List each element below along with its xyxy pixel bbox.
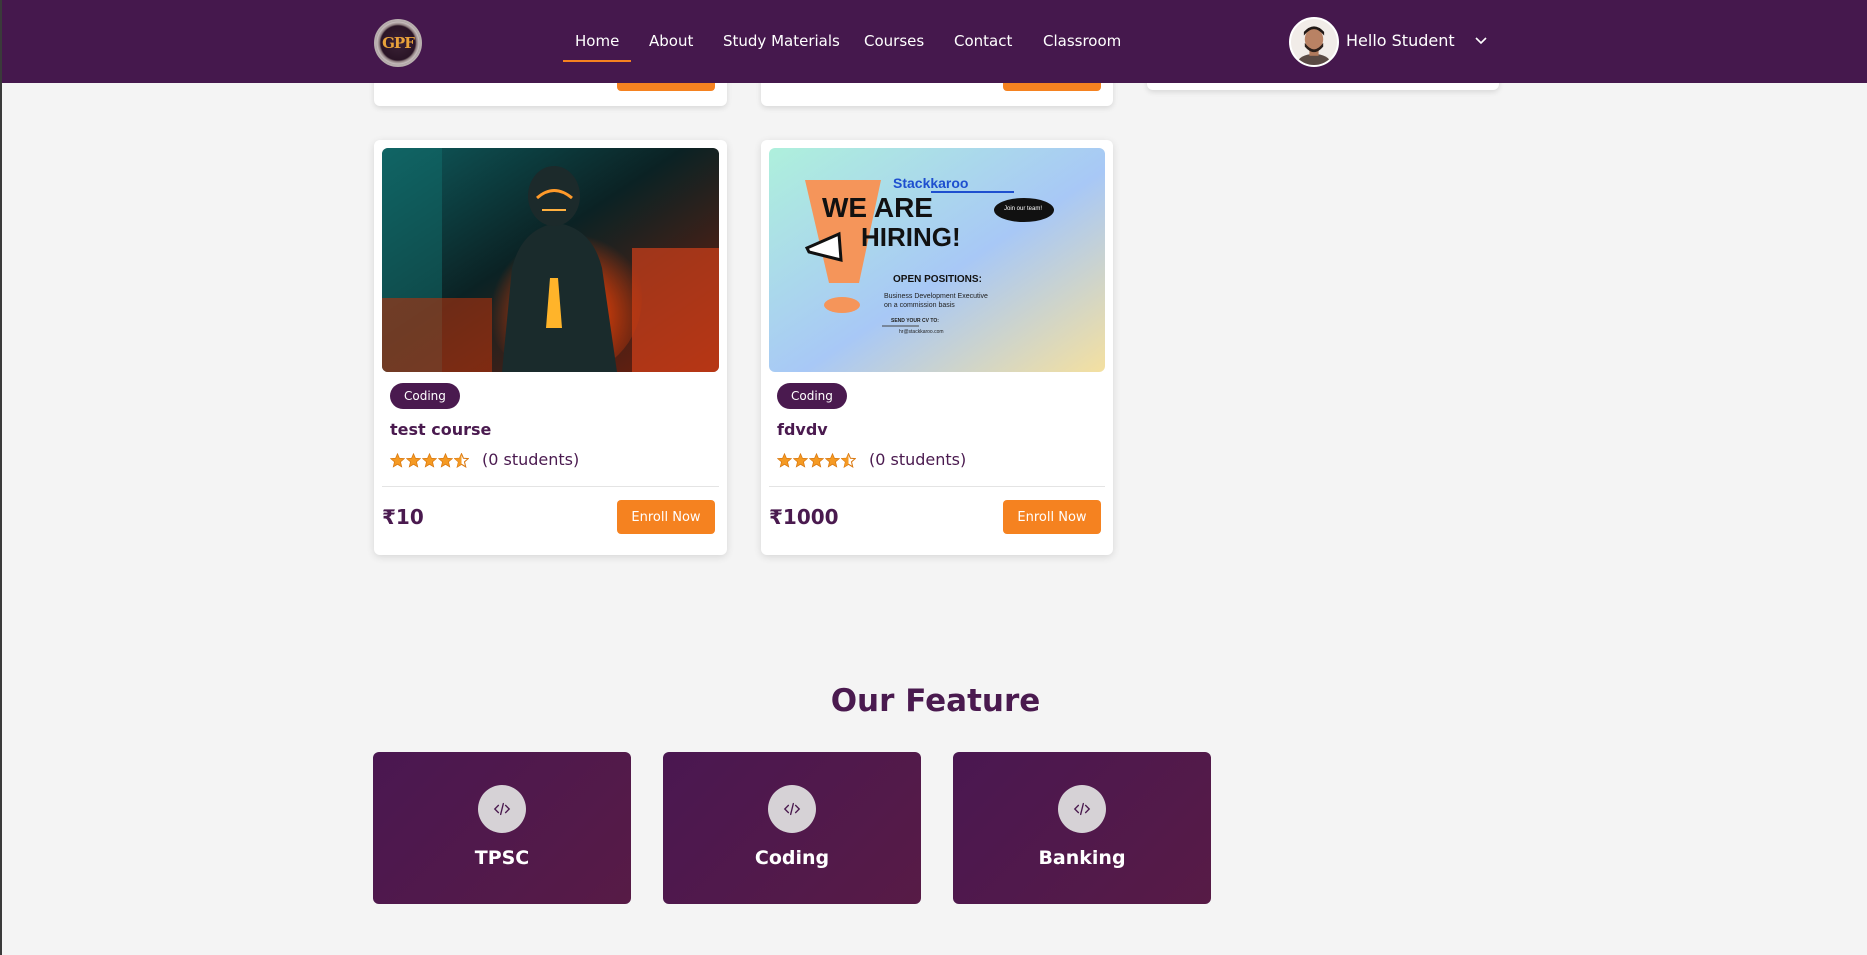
course-thumbnail[interactable]: Stackkaroo WE ARE HIRING! Join our team!…: [769, 148, 1105, 372]
feature-label: Coding: [754, 847, 830, 869]
course-card: Coding test course (0 students) ₹10 Enro…: [374, 140, 727, 555]
star-rating: [777, 453, 856, 468]
star-icon: [825, 453, 840, 468]
feature-card-banking[interactable]: Banking: [953, 752, 1211, 904]
nav-contact[interactable]: Contact: [954, 32, 1012, 50]
course-price: ₹10: [382, 505, 424, 529]
code-icon: [478, 785, 526, 833]
star-icon: [809, 453, 824, 468]
nav-home[interactable]: Home: [562, 32, 632, 62]
image-cv-email: hr@stackkaroo.com: [899, 329, 944, 335]
nav-courses[interactable]: Courses: [864, 32, 924, 50]
enroll-button-partial[interactable]: [617, 83, 715, 91]
user-greeting: Hello Student: [1346, 31, 1455, 50]
category-badge: Coding: [777, 383, 847, 409]
course-title[interactable]: test course: [390, 420, 491, 439]
feature-label: TPSC: [474, 847, 530, 869]
nav-study-materials[interactable]: Study Materials: [723, 32, 840, 50]
code-icon: [1058, 785, 1106, 833]
course-card: Stackkaroo WE ARE HIRING! Join our team!…: [761, 140, 1113, 555]
nav-about[interactable]: About: [649, 32, 693, 50]
star-icon: [793, 453, 808, 468]
user-avatar[interactable]: [1289, 17, 1339, 67]
star-half-icon: [454, 453, 469, 468]
star-rating: [390, 453, 469, 468]
course-price: ₹1000: [769, 505, 839, 529]
category-badge: Coding: [390, 383, 460, 409]
logo-text: GPF: [382, 34, 415, 52]
star-half-icon: [841, 453, 856, 468]
image-brand-text: Stackkaroo: [893, 175, 968, 191]
course-title[interactable]: fdvdv: [777, 420, 828, 439]
star-icon: [422, 453, 437, 468]
student-count: (0 students): [482, 450, 580, 469]
chevron-down-icon[interactable]: [1474, 33, 1488, 47]
enroll-now-button[interactable]: Enroll Now: [1003, 500, 1101, 534]
site-logo[interactable]: GPF: [374, 19, 422, 67]
code-icon: [768, 785, 816, 833]
star-icon: [406, 453, 421, 468]
image-headline-1: WE ARE: [822, 192, 933, 223]
card-divider: [769, 486, 1105, 487]
student-count: (0 students): [869, 450, 967, 469]
star-icon: [438, 453, 453, 468]
image-headline-2: HIRING!: [861, 222, 961, 252]
course-thumbnail[interactable]: [382, 148, 719, 372]
star-icon: [777, 453, 792, 468]
section-title: Our Feature: [830, 683, 1041, 719]
image-positions-heading: OPEN POSITIONS:: [893, 274, 982, 285]
image-bubble-text: Join our team!: [1004, 206, 1042, 212]
top-navbar: GPF Home About Study Materials Courses C…: [2, 0, 1867, 83]
feature-label: Banking: [1038, 847, 1126, 869]
enroll-button-partial[interactable]: [1003, 83, 1101, 91]
image-position-1: Business Development Executive: [884, 293, 988, 300]
nav-classroom[interactable]: Classroom: [1043, 32, 1121, 50]
feature-card-coding[interactable]: Coding: [663, 752, 921, 904]
image-position-2: on a commission basis: [884, 302, 955, 309]
image-cv-heading: SEND YOUR CV TO:: [891, 318, 939, 324]
enroll-now-button[interactable]: Enroll Now: [617, 500, 715, 534]
feature-card-tpsc[interactable]: TPSC: [373, 752, 631, 904]
star-icon: [390, 453, 405, 468]
card-divider: [382, 486, 719, 487]
